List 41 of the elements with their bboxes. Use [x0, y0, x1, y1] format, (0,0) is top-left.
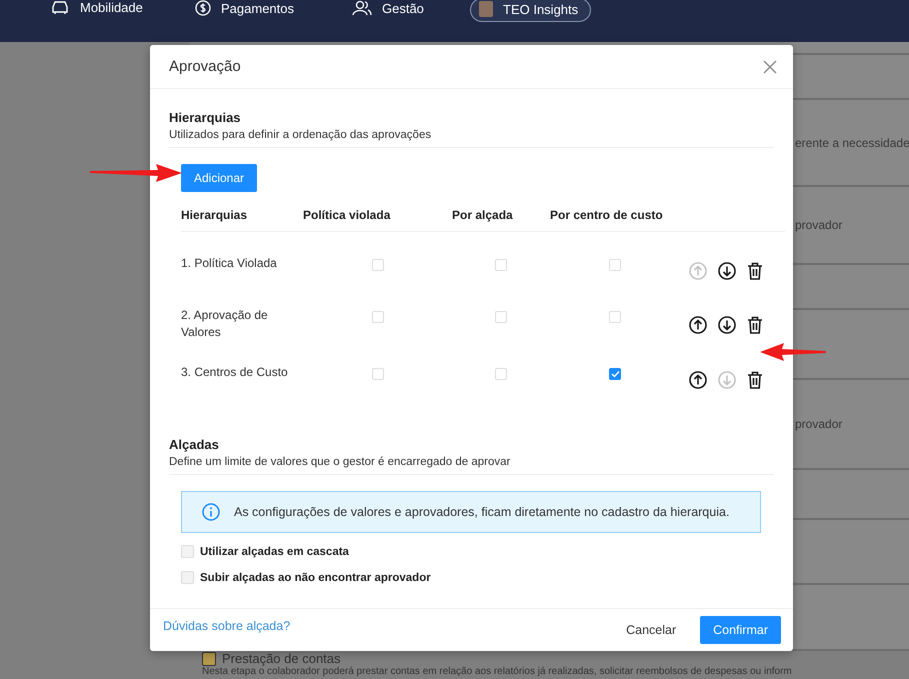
trash-icon[interactable]	[747, 262, 763, 280]
arrow-down-icon[interactable]	[718, 316, 736, 334]
arrow-down-icon[interactable]	[718, 262, 736, 280]
checkbox-label: Utilizar alçadas em cascata	[200, 546, 349, 558]
nav-item[interactable]: Pagamentos	[195, 0, 294, 16]
section-text: Nesta etapa o colaborador poderá prestar contas em relação aos relatórios já realizadas, solicitar reembolsos de despesas ou inform	[202, 666, 793, 678]
avatar-icon	[479, 1, 493, 17]
document-icon	[202, 652, 216, 666]
nav-item[interactable]: Gestão	[352, 0, 424, 16]
close-icon[interactable]	[763, 60, 777, 74]
column-header: Hierarquias	[181, 208, 303, 232]
section-heading: Hierarquias	[169, 110, 242, 125]
car-icon	[50, 0, 70, 14]
card-text: provador	[795, 417, 842, 431]
annotation-arrow	[760, 343, 826, 361]
trash-icon[interactable]	[747, 370, 763, 388]
nav-item[interactable]: TEO Insights	[470, 0, 592, 22]
section-description: Utilizados para definir a ordenação das aprovações	[169, 129, 774, 148]
card-text: provador	[795, 218, 842, 232]
dollar-icon	[195, 0, 211, 16]
people-icon	[352, 0, 372, 16]
checkbox-label: Subir alçadas ao não encontrar aprovador	[200, 572, 431, 584]
card-text: erente a necessidade	[795, 136, 909, 150]
column-header: Política violada	[303, 208, 452, 232]
arrow-up-icon[interactable]	[689, 370, 707, 388]
section-title: Prestação de contas	[222, 652, 341, 666]
dialog-title: Aprovação	[169, 58, 241, 75]
info-text: As configurações de valores e aprovadores, ficam diretamente no cadastro da hierarquia.	[234, 505, 730, 519]
arrow-up-icon[interactable]	[689, 316, 707, 334]
info-icon	[202, 503, 220, 521]
cancel-button[interactable]: Cancelar	[620, 617, 682, 643]
hierarchy-name: 3. Centros de Custo	[181, 365, 288, 379]
hierarchy-name: 2. Aprovação de Valores	[181, 308, 268, 339]
hierarchy-name: 1. Política Violada	[181, 256, 277, 270]
section-description: Define um limite de valores que o gestor é encarregado de aprovar	[169, 456, 774, 475]
checkbox[interactable]	[609, 368, 621, 380]
section-heading: Alçadas	[169, 437, 220, 452]
trash-icon[interactable]	[747, 316, 763, 334]
column-header: Por alçada	[452, 208, 550, 232]
column-header: Por centro de custo	[550, 208, 680, 232]
nav-item[interactable]: Mobilidade	[50, 0, 143, 15]
